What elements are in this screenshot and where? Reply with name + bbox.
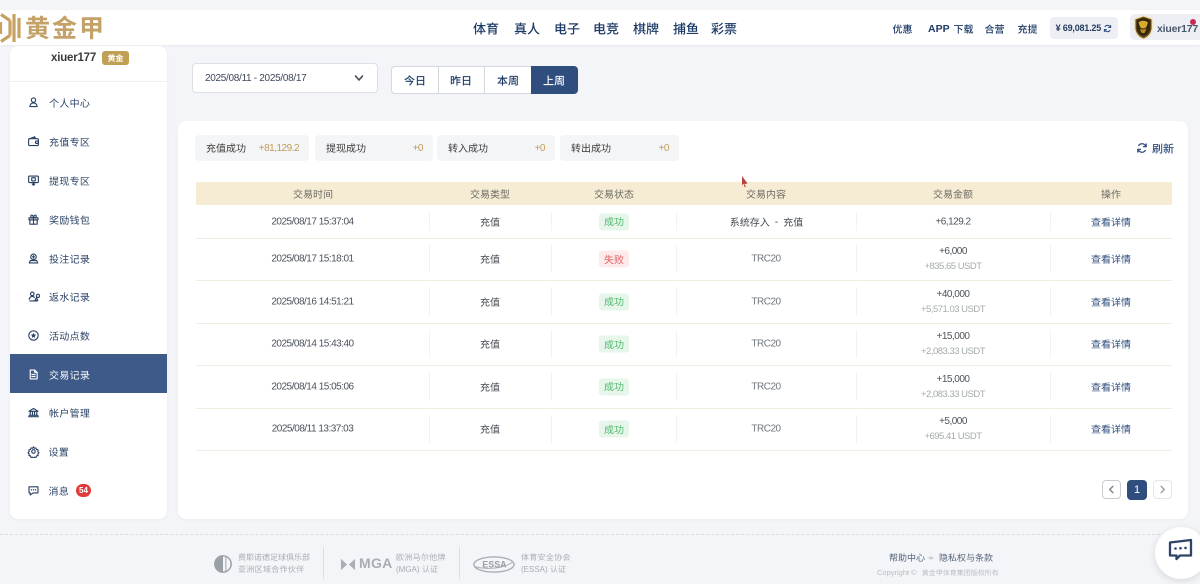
svg-text:ESSA: ESSA <box>482 560 507 570</box>
